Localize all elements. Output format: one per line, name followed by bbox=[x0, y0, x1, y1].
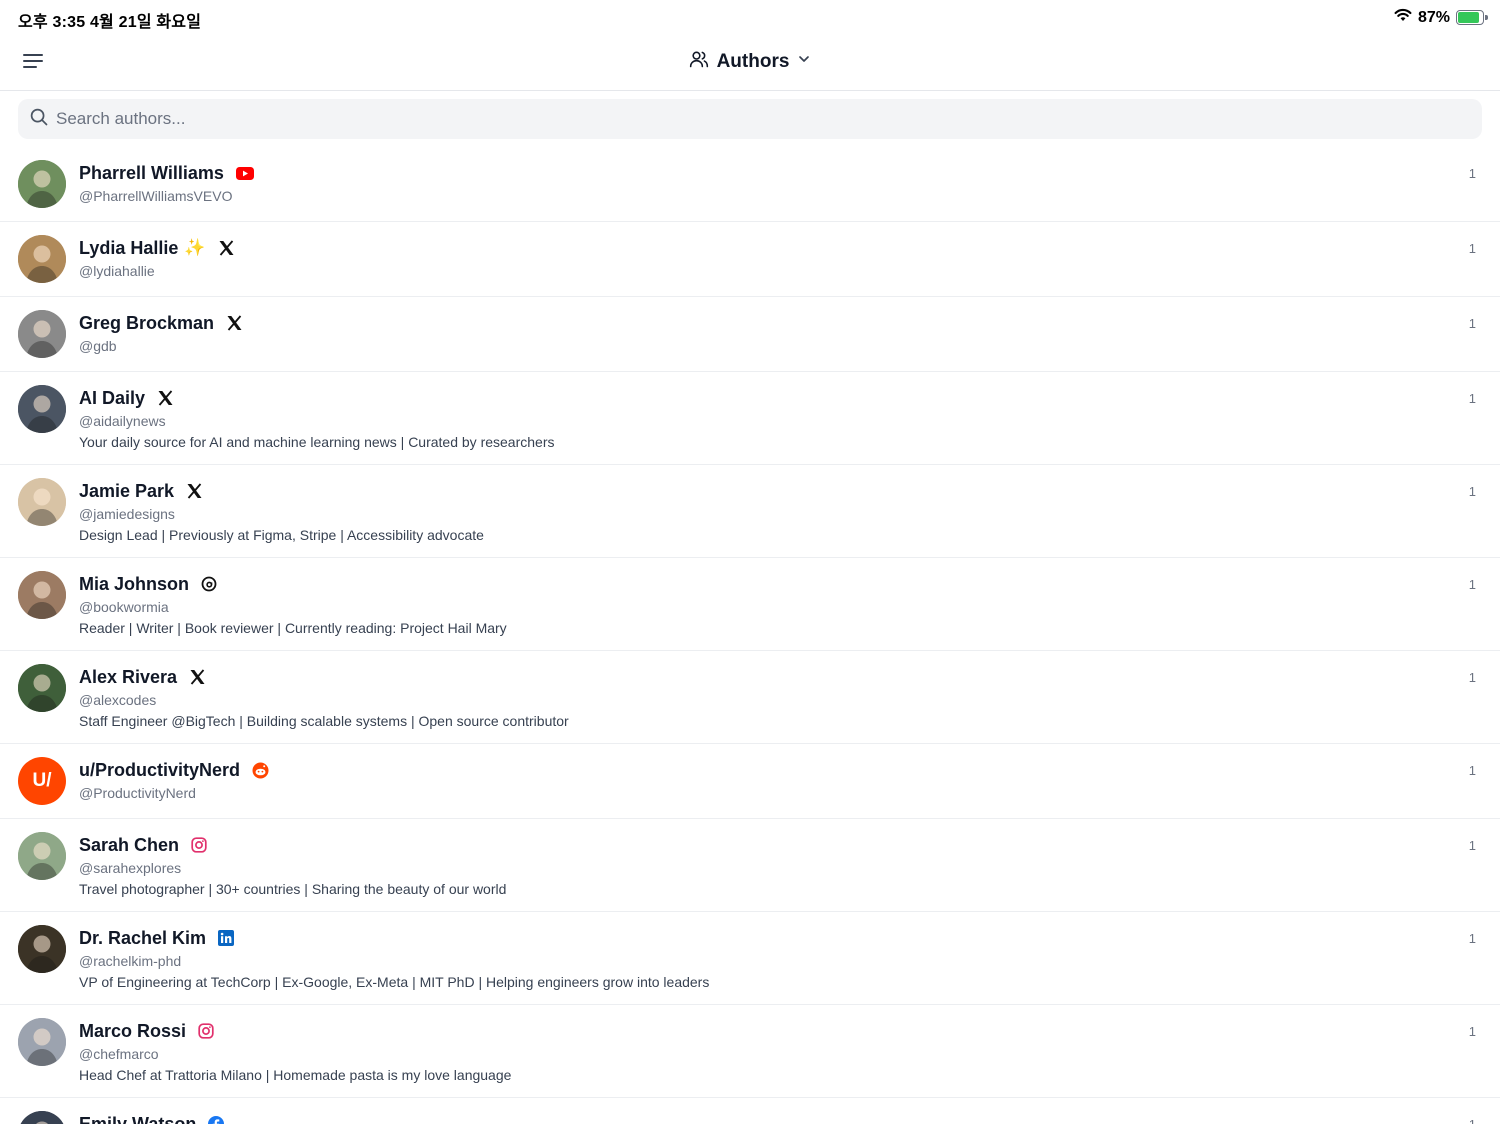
author-row[interactable]: Emily Watson 1 bbox=[0, 1098, 1500, 1124]
author-bio: Head Chef at Trattoria Milano | Homemade… bbox=[79, 1067, 512, 1083]
search-bar bbox=[18, 99, 1482, 139]
avatar bbox=[18, 571, 66, 619]
chevron-down-icon bbox=[797, 52, 811, 71]
author-handle: @rachelkim-phd bbox=[79, 953, 182, 969]
author-list: Pharrell Williams @PharrellWilliamsVEVO … bbox=[0, 147, 1500, 1124]
author-item-count: 1 bbox=[1468, 484, 1476, 499]
author-item-count: 1 bbox=[1468, 670, 1476, 685]
reddit-icon bbox=[252, 762, 269, 779]
author-bio: VP of Engineering at TechCorp | Ex-Googl… bbox=[79, 974, 710, 990]
x-icon bbox=[218, 240, 235, 256]
author-handle: @bookwormia bbox=[79, 599, 169, 615]
author-name: Sarah Chen bbox=[79, 834, 180, 855]
author-row[interactable]: Sarah Chen @sarahexplores Travel photogr… bbox=[0, 819, 1500, 912]
avatar bbox=[18, 478, 66, 526]
author-item-count: 1 bbox=[1468, 763, 1476, 778]
author-handle: @ProductivityNerd bbox=[79, 785, 196, 801]
instagram-icon bbox=[198, 1023, 214, 1039]
avatar bbox=[18, 1111, 66, 1124]
author-name: AI Daily bbox=[79, 387, 146, 408]
avatar bbox=[18, 832, 66, 880]
avatar-initials: U/ bbox=[32, 770, 52, 791]
youtube-icon bbox=[235, 166, 254, 180]
author-item-count: 1 bbox=[1468, 931, 1476, 946]
author-name: Jamie Park bbox=[79, 480, 175, 501]
author-name: Emily Watson bbox=[79, 1113, 197, 1124]
author-name: Pharrell Williams bbox=[79, 162, 224, 183]
author-handle: @chefmarco bbox=[79, 1046, 159, 1062]
avatar bbox=[18, 664, 66, 712]
author-handle: @gdb bbox=[79, 338, 117, 354]
author-handle: @PharrellWilliamsVEVO bbox=[79, 188, 233, 204]
author-bio: Travel photographer | 30+ countries | Sh… bbox=[79, 881, 507, 897]
author-name: u/ProductivityNerd bbox=[79, 759, 241, 780]
linkedin-icon bbox=[218, 930, 235, 946]
author-name: Lydia Hallie bbox=[79, 237, 179, 258]
author-handle: @sarahexplores bbox=[79, 860, 182, 876]
x-icon bbox=[226, 315, 243, 331]
author-row[interactable]: U/ u/ProductivityNerd @ProductivityNerd … bbox=[0, 744, 1500, 819]
author-row[interactable]: Marco Rossi @chefmarco Head Chef at Trat… bbox=[0, 1005, 1500, 1098]
author-item-count: 1 bbox=[1468, 391, 1476, 406]
avatar bbox=[18, 385, 66, 433]
status-time: 오후 3:35 4월 21일 화요일 bbox=[18, 14, 202, 31]
x-icon bbox=[157, 390, 174, 406]
author-row[interactable]: Lydia Hallie ✨ @lydiahallie 1 bbox=[0, 222, 1500, 297]
author-row[interactable]: Alex Rivera @alexcodes Staff Engineer @B… bbox=[0, 651, 1500, 744]
status-bar: 오후 3:35 4월 21일 화요일 87% bbox=[0, 0, 1500, 34]
author-bio: Staff Engineer @BigTech | Building scala… bbox=[79, 713, 569, 729]
avatar bbox=[18, 1018, 66, 1066]
author-bio: Reader | Writer | Book reviewer | Curren… bbox=[79, 620, 507, 636]
users-icon bbox=[689, 49, 709, 74]
author-item-count: 1 bbox=[1468, 241, 1476, 256]
wifi-icon bbox=[1394, 8, 1412, 27]
author-handle: @aidailynews bbox=[79, 413, 166, 429]
battery-percent: 87% bbox=[1417, 8, 1450, 26]
search-input[interactable] bbox=[56, 109, 1456, 129]
avatar bbox=[18, 235, 66, 283]
author-row[interactable]: Dr. Rachel Kim @rachelkim-phd VP of Engi… bbox=[0, 912, 1500, 1005]
author-item-count: 1 bbox=[1468, 166, 1476, 181]
threads-icon bbox=[201, 576, 217, 592]
author-item-count: 1 bbox=[1468, 316, 1476, 331]
author-row[interactable]: AI Daily @aidailynews Your daily source … bbox=[0, 372, 1500, 465]
author-item-count: 1 bbox=[1468, 1024, 1476, 1039]
author-handle: @lydiahallie bbox=[79, 263, 155, 279]
author-item-count: 1 bbox=[1469, 1117, 1476, 1124]
author-handle: @alexcodes bbox=[79, 692, 157, 708]
status-indicators: 87% bbox=[1394, 8, 1488, 27]
author-name: Alex Rivera bbox=[79, 666, 178, 687]
x-icon bbox=[186, 483, 203, 499]
instagram-icon bbox=[191, 837, 207, 853]
author-handle: @jamiedesigns bbox=[79, 506, 175, 522]
app-header: Authors bbox=[0, 34, 1500, 91]
author-row[interactable]: Mia Johnson @bookwormia Reader | Writer … bbox=[0, 558, 1500, 651]
battery-icon bbox=[1456, 10, 1488, 25]
facebook-icon bbox=[208, 1116, 225, 1124]
author-name: Dr. Rachel Kim bbox=[79, 927, 207, 948]
avatar bbox=[18, 310, 66, 358]
avatar bbox=[18, 925, 66, 973]
avatar: U/ bbox=[18, 757, 66, 805]
page-title: Authors bbox=[716, 50, 790, 72]
author-name: Mia Johnson bbox=[79, 573, 190, 594]
author-bio: Your daily source for AI and machine lea… bbox=[79, 434, 555, 450]
author-row[interactable]: Jamie Park @jamiedesigns Design Lead | P… bbox=[0, 465, 1500, 558]
author-item-count: 1 bbox=[1468, 838, 1476, 853]
author-name: Marco Rossi bbox=[79, 1020, 187, 1041]
sparkles-emoji: ✨ bbox=[184, 238, 206, 257]
author-item-count: 1 bbox=[1468, 577, 1476, 592]
author-name: Greg Brockman bbox=[79, 312, 215, 333]
authors-dropdown[interactable]: Authors bbox=[689, 49, 812, 74]
author-row[interactable]: Greg Brockman @gdb 1 bbox=[0, 297, 1500, 372]
author-bio: Design Lead | Previously at Figma, Strip… bbox=[79, 527, 484, 543]
x-icon bbox=[189, 669, 206, 685]
search-icon bbox=[30, 108, 48, 131]
battery-level bbox=[1458, 12, 1479, 23]
author-row[interactable]: Pharrell Williams @PharrellWilliamsVEVO … bbox=[0, 147, 1500, 222]
avatar bbox=[18, 160, 66, 208]
